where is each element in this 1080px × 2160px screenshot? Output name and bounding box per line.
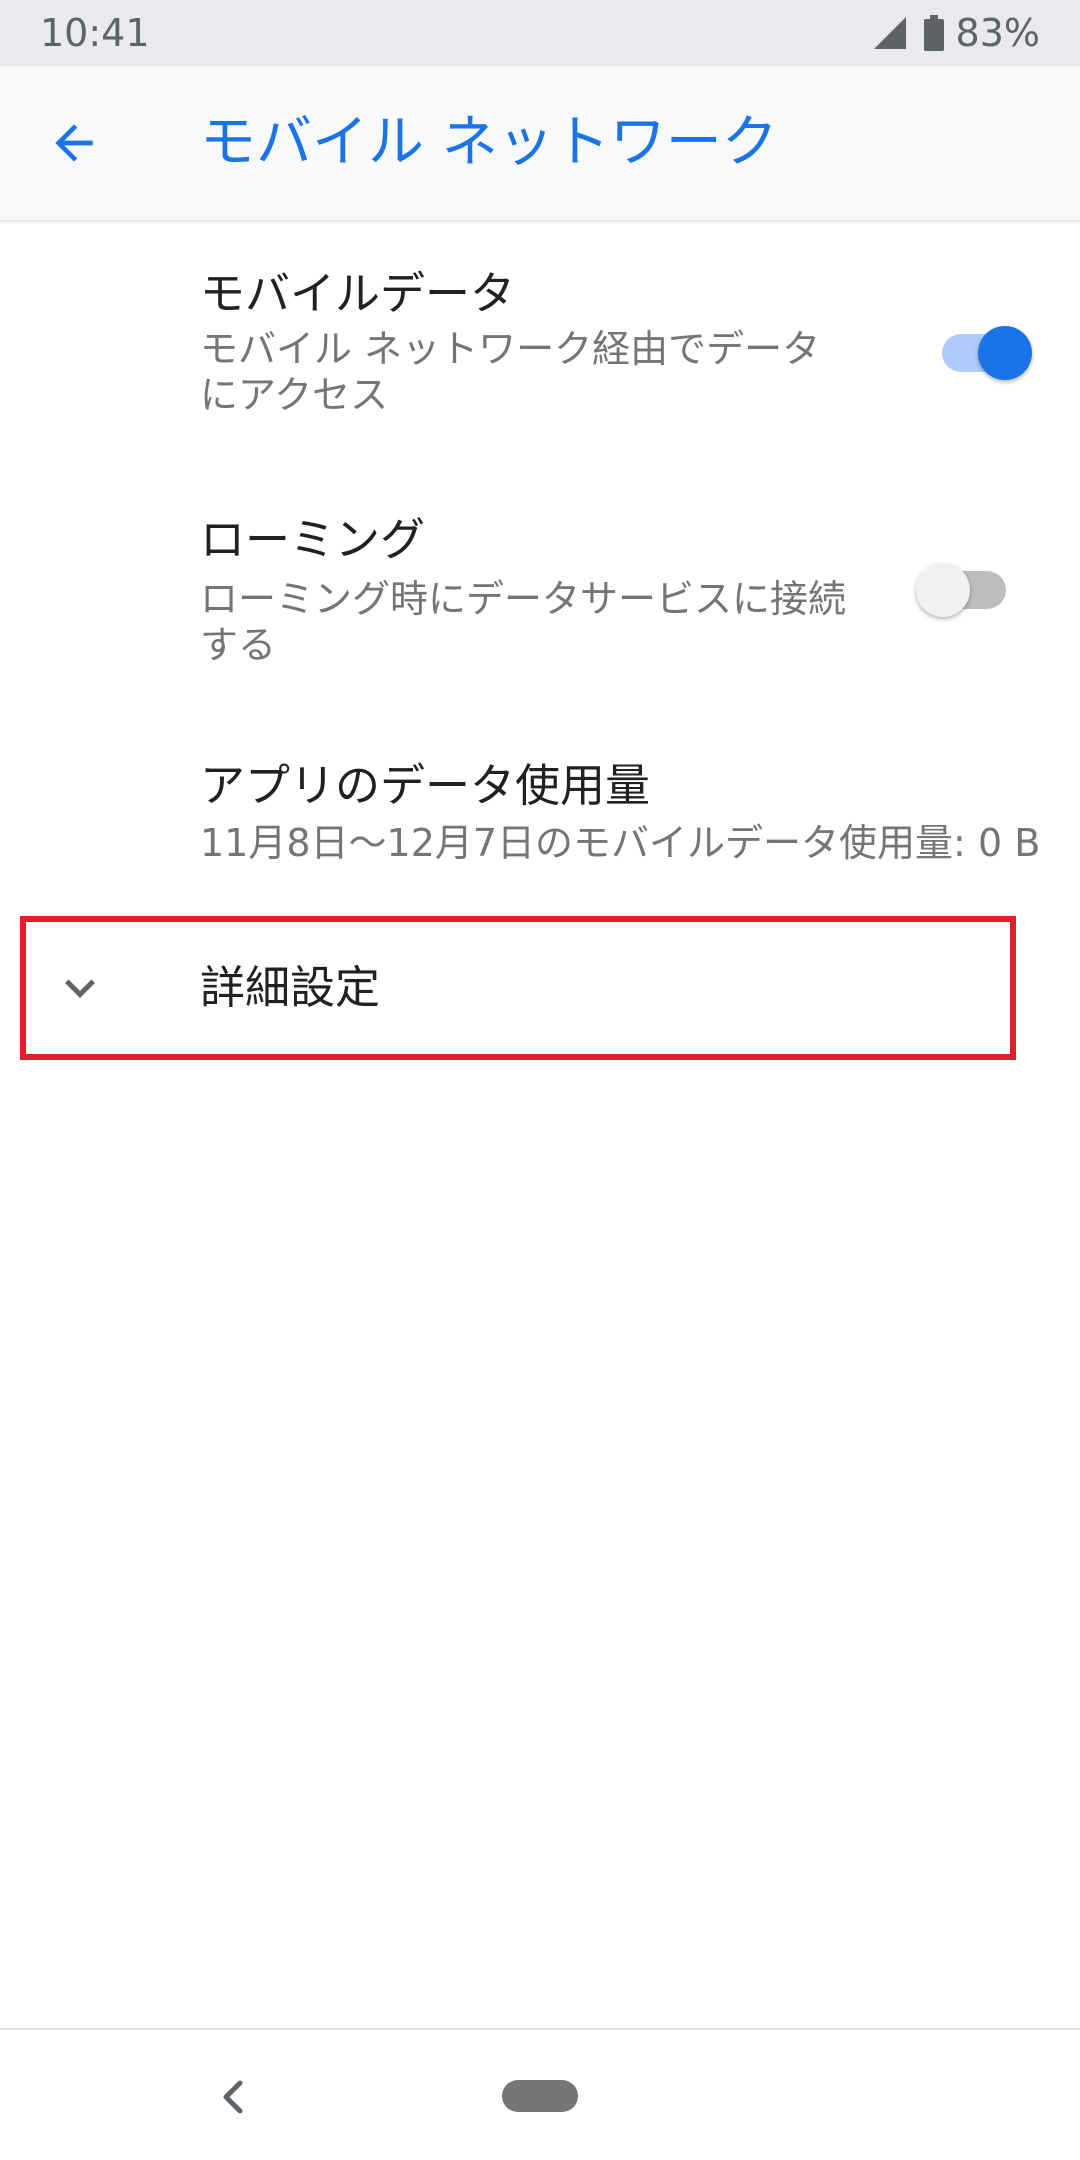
- status-time: 10:41: [40, 11, 150, 55]
- app-data-usage-preference[interactable]: アプリのデータ使用量 11月8日～12月7日のモバイルデータ使用量: 0 B: [0, 740, 1080, 900]
- status-indicators: 83%: [872, 10, 1040, 56]
- app-data-usage-summary: 11月8日～12月7日のモバイルデータ使用量: 0 B: [200, 821, 1041, 865]
- mobile-data-switch[interactable]: [930, 312, 1032, 392]
- mobile-data-summary-line1: モバイル ネットワーク経由でデータ: [200, 327, 821, 371]
- status-bar: 10:41 83%: [0, 0, 1080, 66]
- battery-icon: [923, 15, 944, 51]
- back-button[interactable]: [40, 109, 108, 177]
- roaming-summary-line1: ローミング時にデータサービスに接続: [200, 577, 847, 621]
- mobile-data-summary-line2: にアクセス: [200, 373, 389, 417]
- battery-percentage: 83%: [955, 11, 1040, 55]
- mobile-data-title: モバイルデータ: [200, 267, 516, 320]
- home-pill-icon[interactable]: [502, 2080, 578, 2112]
- roaming-summary-line2: する: [200, 623, 277, 667]
- app-data-usage-title: アプリのデータ使用量: [200, 759, 651, 812]
- app-bar: モバイル ネットワーク: [0, 66, 1080, 220]
- screen: 10:41 83% モバイル ネットワーク モバイルデータ モバイル ネットワー…: [0, 0, 1080, 2160]
- switch-thumb: [978, 326, 1032, 380]
- advanced-settings-label: 詳細設定: [200, 961, 381, 1014]
- page-title: モバイル ネットワーク: [200, 110, 778, 175]
- mobile-data-preference[interactable]: モバイルデータ モバイル ネットワーク経由でデータ にアクセス: [0, 220, 1080, 450]
- roaming-preference[interactable]: ローミング ローミング時にデータサービスに接続 する: [0, 470, 1080, 700]
- navigation-bar: [0, 2030, 1080, 2160]
- advanced-settings-row[interactable]: 詳細設定: [20, 916, 1016, 1060]
- switch-thumb: [916, 563, 970, 617]
- arrow-back-icon: [55, 124, 93, 162]
- roaming-switch[interactable]: [916, 549, 1016, 629]
- roaming-title: ローミング: [200, 513, 426, 566]
- nav-back-icon[interactable]: [214, 2077, 254, 2117]
- signal-icon: [873, 17, 906, 49]
- chevron-down-icon: [65, 979, 95, 998]
